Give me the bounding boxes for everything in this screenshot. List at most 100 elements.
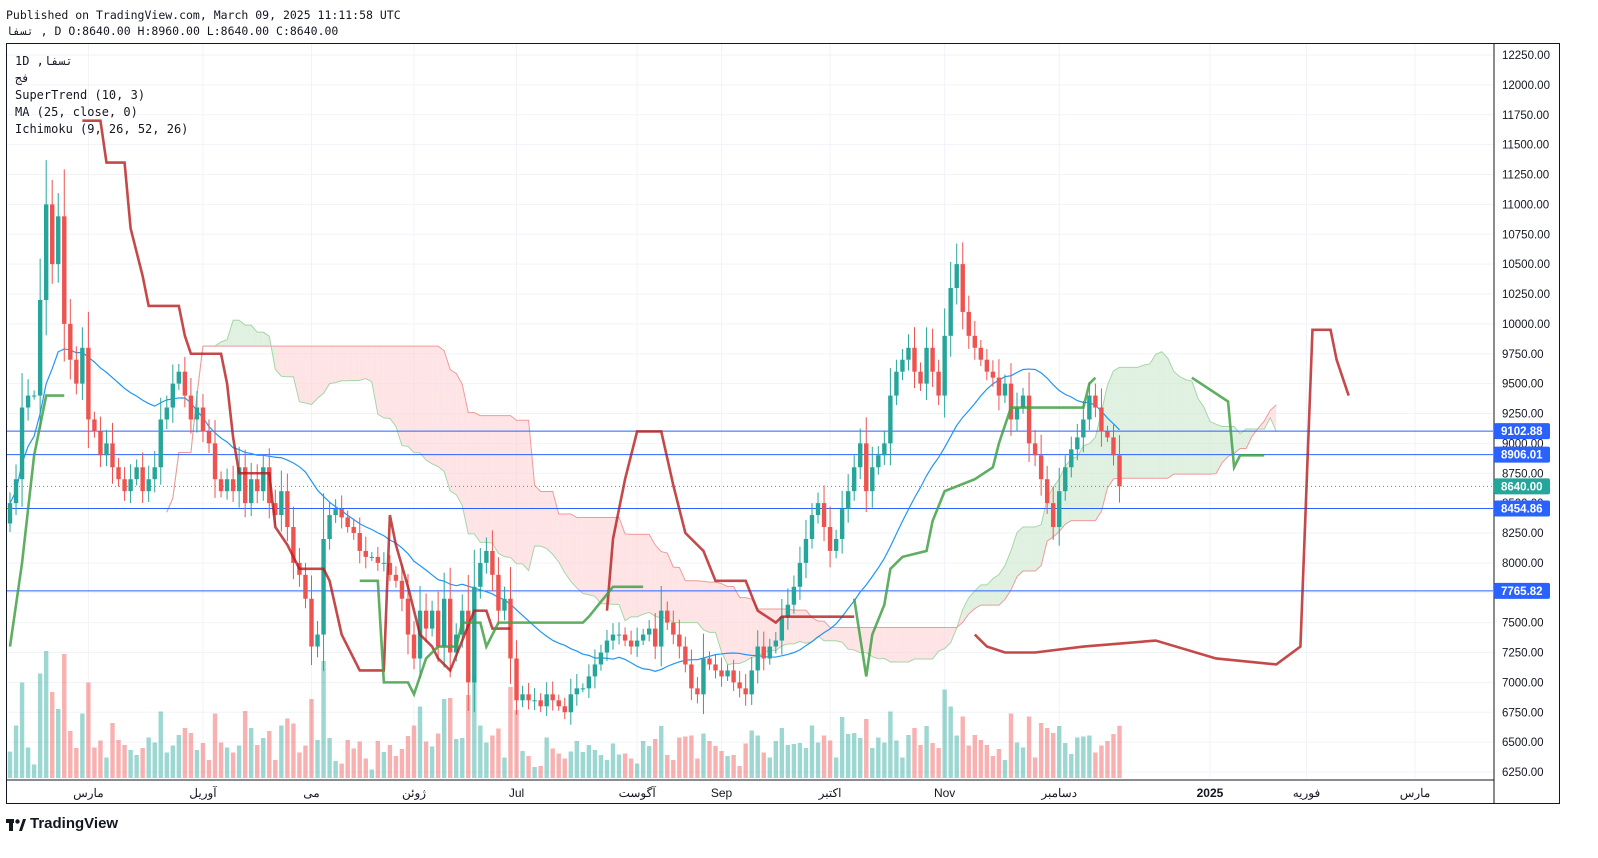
cloud-segment bbox=[383, 346, 390, 419]
candle-body bbox=[327, 515, 332, 539]
candle-body bbox=[1044, 479, 1050, 504]
volume-bar bbox=[978, 740, 984, 778]
volume-bar bbox=[839, 717, 845, 778]
candle-body bbox=[1057, 491, 1062, 528]
cloud-segment bbox=[938, 627, 945, 652]
candle-body bbox=[695, 688, 700, 695]
candle bbox=[749, 657, 754, 706]
tradingview-logo-icon bbox=[6, 818, 26, 831]
candle bbox=[858, 428, 863, 480]
candle-body bbox=[803, 538, 809, 563]
volume-bar bbox=[653, 739, 658, 778]
volume-bar bbox=[761, 752, 766, 778]
candle-body bbox=[616, 634, 622, 636]
candle-body bbox=[592, 664, 598, 677]
price-tick-label: 11250.00 bbox=[1502, 170, 1549, 182]
candle bbox=[683, 636, 688, 673]
candle-body bbox=[13, 479, 19, 504]
price-tag: 8640.00 bbox=[1494, 478, 1550, 495]
volume-bar bbox=[291, 723, 296, 778]
volume-bar bbox=[1002, 760, 1008, 778]
candle-body bbox=[134, 467, 139, 480]
price-tag: 8906.01 bbox=[1494, 446, 1550, 463]
candle bbox=[640, 628, 646, 646]
price-chart[interactable]: 6250.00 6500.00 6750.00 7000.00 7250.00 7500.… bbox=[0, 0, 1598, 858]
candle bbox=[1032, 429, 1038, 467]
candle-body bbox=[894, 371, 899, 396]
cloud-segment bbox=[1179, 376, 1186, 475]
volume-bar bbox=[1020, 747, 1026, 778]
candle bbox=[803, 519, 809, 579]
candle-body bbox=[182, 371, 188, 396]
volume-bar bbox=[122, 745, 127, 778]
legend-supertrend[interactable]: SuperTrend (10, 3) bbox=[15, 87, 188, 104]
candle-body bbox=[188, 395, 194, 420]
volume-bar bbox=[369, 769, 374, 778]
volume-bar bbox=[556, 753, 561, 778]
legend-ichimoku[interactable]: Ichimoku (9, 26, 52, 26) bbox=[15, 121, 188, 138]
candle-body bbox=[315, 634, 320, 647]
volume-bar bbox=[858, 738, 863, 778]
cloud-segment bbox=[564, 513, 571, 582]
candle-body bbox=[429, 610, 435, 629]
volume-bar bbox=[1093, 752, 1098, 778]
candle-body bbox=[1111, 437, 1116, 456]
candle bbox=[381, 552, 387, 572]
price-tick-label: 10250.00 bbox=[1502, 289, 1550, 301]
volume-bar bbox=[255, 745, 260, 778]
candle-body bbox=[839, 509, 845, 539]
candle-body bbox=[255, 479, 260, 492]
volume-bar bbox=[327, 738, 332, 778]
candle-body bbox=[43, 204, 49, 300]
candle-body bbox=[653, 628, 658, 647]
volume-bar bbox=[411, 725, 417, 778]
legend-ma[interactable]: MA (25, close, 0) bbox=[15, 104, 188, 121]
volume-bar bbox=[628, 758, 634, 778]
cloud-segment bbox=[444, 350, 451, 491]
candle bbox=[906, 334, 911, 371]
cloud-segment bbox=[371, 346, 378, 415]
candle bbox=[200, 394, 206, 443]
volume-bar bbox=[351, 748, 356, 778]
candle-body bbox=[116, 467, 121, 480]
volume-bar bbox=[309, 699, 314, 778]
candle-body bbox=[821, 503, 827, 528]
candle bbox=[80, 327, 85, 400]
candle-body bbox=[218, 479, 224, 492]
candle-body bbox=[628, 640, 634, 647]
volume-bar bbox=[773, 741, 779, 778]
cloud-segment bbox=[1107, 370, 1114, 489]
cloud-segment bbox=[377, 346, 384, 418]
candle bbox=[1002, 374, 1008, 403]
volume-bar bbox=[852, 733, 857, 778]
candle bbox=[930, 328, 935, 387]
volume-bar bbox=[104, 757, 109, 778]
volume-bar bbox=[514, 710, 519, 778]
candle-body bbox=[876, 455, 881, 468]
candle-body bbox=[948, 288, 953, 336]
candle-body bbox=[146, 479, 151, 492]
cloud-segment bbox=[848, 627, 855, 651]
volume-bar bbox=[972, 735, 977, 778]
price-tick-label: 7250.00 bbox=[1502, 648, 1544, 660]
candle-body bbox=[538, 700, 543, 707]
candle bbox=[441, 572, 447, 668]
candle-body bbox=[351, 527, 356, 533]
volume-bar bbox=[200, 743, 206, 778]
price-tag-label: 7765.82 bbox=[1501, 586, 1543, 598]
cloud-segment bbox=[570, 513, 577, 588]
cloud-segment bbox=[685, 580, 692, 623]
volume-bar bbox=[1087, 735, 1092, 778]
price-tag-label: 8454.86 bbox=[1501, 504, 1543, 516]
candle bbox=[50, 179, 55, 284]
candle-body bbox=[1032, 443, 1038, 456]
volume-bar bbox=[930, 743, 935, 778]
candle bbox=[707, 651, 712, 671]
volume-bar bbox=[128, 750, 133, 778]
cloud-segment bbox=[799, 610, 806, 644]
cloud-segment bbox=[926, 627, 933, 660]
cloud-segment bbox=[245, 325, 252, 347]
candle-body bbox=[833, 538, 839, 551]
volume-bar bbox=[43, 651, 49, 778]
candle-body bbox=[996, 377, 1002, 396]
